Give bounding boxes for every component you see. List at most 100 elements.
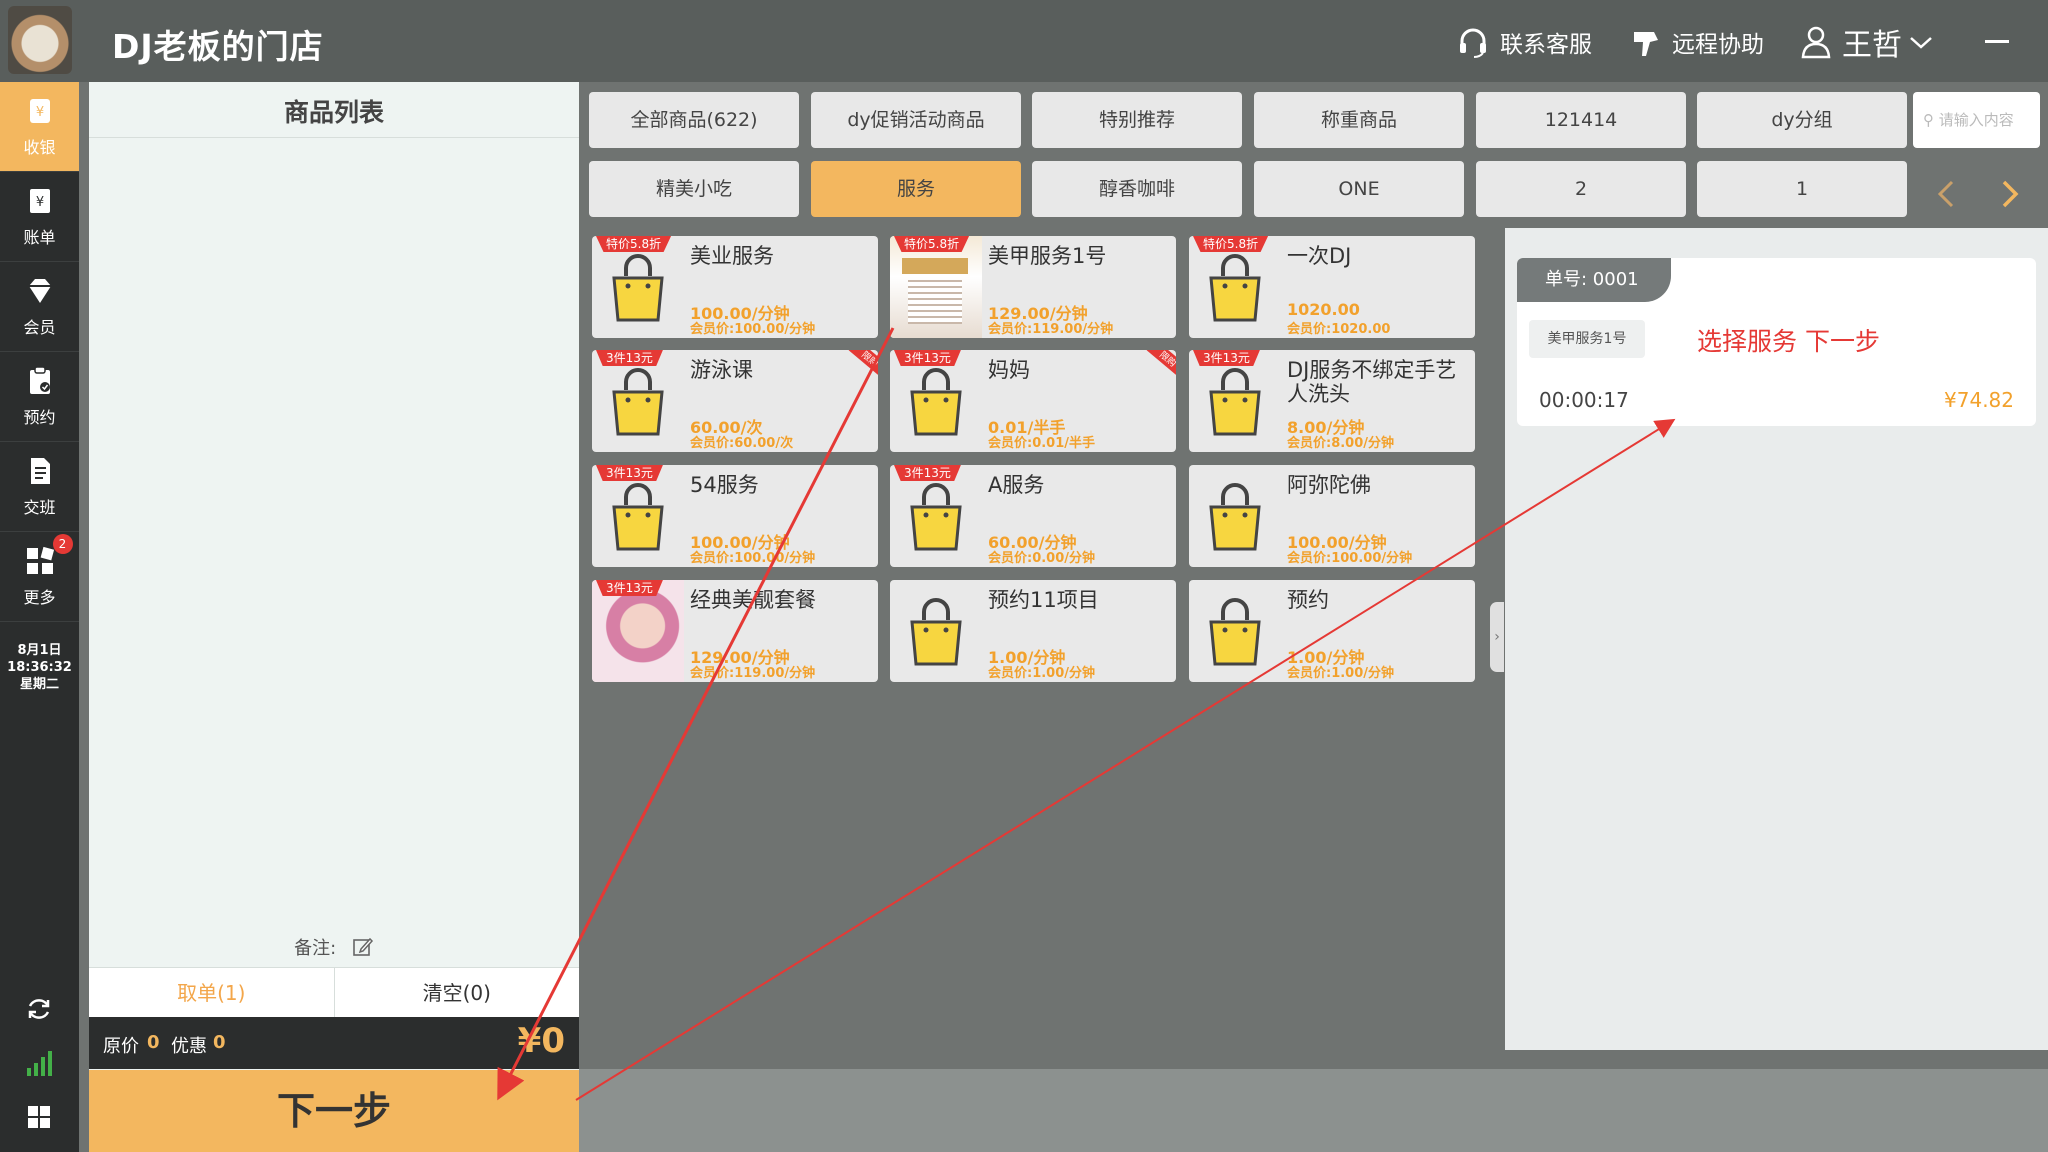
- nav-label-booking: 预约: [23, 407, 56, 427]
- tab-2[interactable]: 2: [1476, 161, 1686, 217]
- product-name: 游泳课: [690, 358, 753, 382]
- product-card[interactable]: 阿弥陀佛 100.00/分钟 会员价:100.00/分钟: [1189, 465, 1475, 567]
- tab-snacks[interactable]: 精美小吃: [589, 161, 799, 217]
- nav-item-member[interactable]: 会员: [0, 262, 79, 352]
- tab-one[interactable]: ONE: [1254, 161, 1464, 217]
- discount-value: 0: [213, 1032, 226, 1053]
- product-name: 美甲服务1号: [988, 244, 1107, 268]
- tab-dy-group[interactable]: dy分组: [1697, 92, 1907, 148]
- bag-icon: [1205, 368, 1265, 438]
- refresh-icon[interactable]: [24, 994, 54, 1024]
- member-price: 会员价:1.00/分钟: [988, 666, 1096, 681]
- annotation-text: 选择服务 下一步: [1697, 327, 1880, 356]
- bag-icon: [906, 483, 966, 553]
- bottom-strip: [579, 1069, 2048, 1152]
- product-card[interactable]: 3件13元 DJ服务不绑定手艺人洗头 8.00/分钟 会员价:8.00/分钟: [1189, 350, 1475, 452]
- diamond-icon: [28, 278, 51, 303]
- shop-name: DJ老板的门店: [112, 27, 324, 66]
- promo-tag: 3件13元: [1193, 350, 1260, 366]
- product-price: 1020.00: [1287, 300, 1360, 319]
- member-price: 会员价:100.00/分钟: [690, 322, 816, 337]
- customer-service-button[interactable]: 联系客服: [1456, 24, 1592, 60]
- remote-help-button[interactable]: 远程协助: [1630, 24, 1764, 60]
- member-price: 会员价:119.00/分钟: [690, 666, 816, 681]
- order-card[interactable]: 单号: 0001 美甲服务1号 选择服务 下一步 00:00:17 ¥74.82: [1517, 258, 2036, 426]
- order-number: 单号: 0001: [1517, 258, 1671, 302]
- product-name: 一次DJ: [1287, 244, 1352, 268]
- remark-label: 备注:: [294, 938, 337, 959]
- tab-121414[interactable]: 121414: [1476, 92, 1686, 148]
- tab-dy-promo[interactable]: dy促销活动商品: [811, 92, 1021, 148]
- product-name: 阿弥陀佛: [1287, 473, 1371, 497]
- minimize-button[interactable]: [1985, 40, 2009, 43]
- bag-icon: [1205, 254, 1265, 324]
- product-card[interactable]: 特价5.8折 美甲服务1号 129.00/分钟 会员价:119.00/分钟: [890, 236, 1176, 338]
- edit-icon[interactable]: [352, 936, 374, 958]
- product-card[interactable]: 3件13元 A服务 60.00/分钟 会员价:0.00/分钟: [890, 465, 1176, 567]
- headset-icon: [1460, 28, 1486, 58]
- user-menu[interactable]: 王哲: [1800, 24, 1944, 63]
- order-item-chip[interactable]: 美甲服务1号: [1529, 320, 1645, 358]
- member-price: 会员价:0.01/半手: [988, 436, 1096, 451]
- product-card[interactable]: 预约 1.00/分钟 会员价:1.00/分钟: [1189, 580, 1475, 682]
- product-card[interactable]: 3件13元 经典美靓套餐 129.00/分钟 会员价:119.00/分钟: [592, 580, 878, 682]
- time-text: 18:36:32: [7, 660, 72, 675]
- promo-tag: 3件13元: [894, 350, 961, 366]
- bag-icon: [1205, 483, 1265, 553]
- product-card[interactable]: 3件13元 限购 游泳课 60.00/次 会员价:60.00/次: [592, 350, 878, 452]
- bag-icon: [906, 368, 966, 438]
- product-card[interactable]: 3件13元 限购 妈妈 0.01/半手 会员价:0.01/半手: [890, 350, 1176, 452]
- windows-icon[interactable]: [24, 1102, 54, 1132]
- member-price: 会员价:100.00/分钟: [1287, 551, 1413, 566]
- weekday-text: 星期二: [19, 677, 59, 692]
- nav-label-member: 会员: [23, 317, 56, 337]
- search-input[interactable]: ⚲ 请输入内容: [1913, 92, 2040, 148]
- order-amount: ¥74.82: [1944, 388, 2014, 412]
- nav-item-shift[interactable]: 交班: [0, 442, 79, 532]
- chevron-left-icon[interactable]: [1934, 178, 1960, 210]
- customer-service-label: 联系客服: [1500, 32, 1592, 58]
- product-card[interactable]: 预约11项目 1.00/分钟 会员价:1.00/分钟: [890, 580, 1176, 682]
- side-nav: ¥ 收银 ¥ 账单 会员 预约 交班 2 更多 8月1日 18:36:32 星期…: [0, 82, 79, 1152]
- tab-1[interactable]: 1: [1697, 161, 1907, 217]
- discount-label: 优惠: [171, 1036, 207, 1057]
- chevron-down-icon: [1910, 37, 1932, 49]
- member-price: 会员价:119.00/分钟: [988, 322, 1114, 337]
- member-price: 会员价:0.00/分钟: [988, 551, 1096, 566]
- bag-icon: [608, 368, 668, 438]
- date-text: 8月1日: [17, 643, 62, 658]
- nav-item-bill[interactable]: ¥ 账单: [0, 172, 79, 262]
- bill-icon: ¥: [29, 188, 50, 213]
- remark-row[interactable]: 备注:: [89, 934, 579, 960]
- product-name: 经典美靓套餐: [690, 588, 816, 612]
- top-bar: DJ老板的门店 联系客服 远程协助 王哲: [0, 0, 2048, 82]
- bag-icon: [608, 483, 668, 553]
- take-order-button[interactable]: 取单(1): [89, 968, 335, 1017]
- nav-item-more[interactable]: 2 更多: [0, 532, 79, 622]
- chevron-right-icon[interactable]: [1996, 178, 2022, 210]
- nav-label-cashier: 收银: [23, 137, 56, 157]
- total-bar: 原价 0 优惠 0 ¥0: [89, 1017, 579, 1069]
- tab-weighed[interactable]: 称重商品: [1254, 92, 1464, 148]
- user-icon: [1801, 26, 1831, 59]
- clear-button[interactable]: 清空(0): [335, 968, 580, 1017]
- thumb-icon: [1634, 32, 1658, 56]
- tab-coffee[interactable]: 醇香咖啡: [1032, 161, 1242, 217]
- nav-item-cashier[interactable]: ¥ 收银: [0, 82, 79, 172]
- tab-all-products[interactable]: 全部商品(622): [589, 92, 799, 148]
- order-timer: 00:00:17: [1539, 388, 1629, 412]
- svg-text:¥: ¥: [35, 105, 43, 120]
- search-placeholder: 请输入内容: [1938, 111, 2014, 129]
- next-step-button[interactable]: 下一步: [89, 1070, 579, 1152]
- search-icon: ⚲: [1923, 111, 1939, 129]
- nav-item-booking[interactable]: 预约: [0, 352, 79, 442]
- order-panel: 单号: 0001 美甲服务1号 选择服务 下一步 00:00:17 ¥74.82: [1505, 228, 2048, 1050]
- promo-tag: 特价5.8折: [894, 236, 970, 252]
- tab-service[interactable]: 服务: [811, 161, 1021, 217]
- member-price: 会员价:8.00/分钟: [1287, 436, 1395, 451]
- product-card[interactable]: 3件13元 54服务 100.00/分钟 会员价:100.00/分钟: [592, 465, 878, 567]
- product-card[interactable]: 特价5.8折 一次DJ 1020.00 会员价:1020.00: [1189, 236, 1475, 338]
- product-card[interactable]: 特价5.8折 美业服务 100.00/分钟 会员价:100.00/分钟: [592, 236, 878, 338]
- tab-special[interactable]: 特别推荐: [1032, 92, 1242, 148]
- collapse-handle[interactable]: ›: [1490, 602, 1504, 672]
